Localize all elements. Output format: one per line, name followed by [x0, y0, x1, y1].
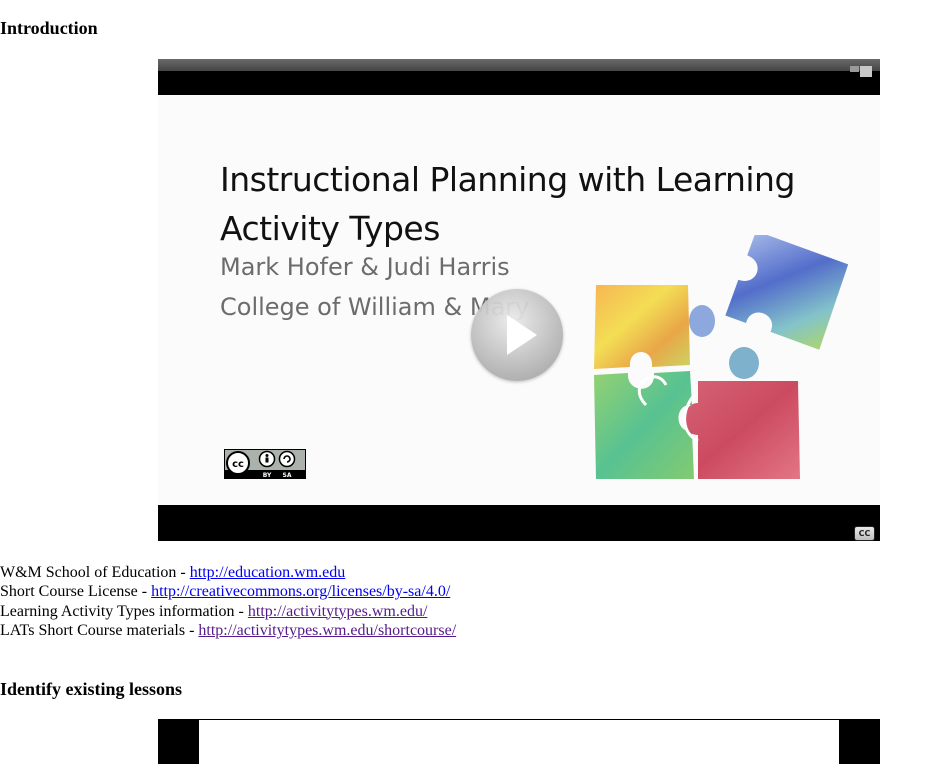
- video-poster-slide[interactable]: Instructional Planning with Learning Act…: [158, 95, 880, 541]
- section-heading-identify-existing-lessons: Identify existing lessons: [0, 679, 183, 699]
- resource-links: W&M School of Education - http://educati…: [0, 563, 456, 640]
- player-layout-icon[interactable]: [850, 66, 872, 77]
- slide-authors: Mark Hofer & Judi Harris: [220, 253, 510, 281]
- closed-captions-button[interactable]: CC: [854, 526, 875, 541]
- section-heading-introduction: Introduction: [0, 18, 98, 38]
- video-player-introduction[interactable]: Instructional Planning with Learning Act…: [158, 59, 880, 541]
- svg-text:cc: cc: [232, 459, 244, 470]
- link-line-short-course-materials: LATs Short Course materials - http://act…: [0, 621, 456, 640]
- puzzle-pieces-illustration: [594, 235, 849, 479]
- link-line-school-of-education: W&M School of Education - http://educati…: [0, 563, 456, 582]
- play-icon: [507, 315, 537, 355]
- video-player-identify-lessons[interactable]: [158, 719, 880, 764]
- link-label: W&M School of Education -: [0, 564, 190, 581]
- video-poster-screen[interactable]: [199, 720, 839, 764]
- creative-commons-by-sa-icon: cc BY SA: [224, 449, 306, 479]
- cc-by-label: BY: [263, 472, 272, 479]
- play-button[interactable]: [471, 289, 563, 381]
- link-label: LATs Short Course materials -: [0, 621, 199, 639]
- cc-by-sa-license-badge: cc BY SA: [224, 449, 306, 479]
- link-label: Learning Activity Types information -: [0, 602, 248, 620]
- link-short-course-materials[interactable]: http://activitytypes.wm.edu/shortcourse/: [198, 622, 456, 639]
- slide-title-line-1: Instructional Planning with Learning: [220, 160, 795, 199]
- cc-sa-label: SA: [283, 472, 292, 479]
- link-label: Short Course License -: [0, 583, 152, 601]
- link-school-of-education[interactable]: http://education.wm.edu: [190, 564, 346, 581]
- link-line-course-license: Short Course License - http://creativeco…: [0, 582, 456, 601]
- player-top-bar: [158, 59, 880, 77]
- link-activity-types-info[interactable]: http://activitytypes.wm.edu/: [248, 603, 428, 620]
- link-course-license[interactable]: http://creativecommons.org/licenses/by-s…: [151, 583, 450, 600]
- link-line-activity-types-info: Learning Activity Types information - ht…: [0, 602, 456, 621]
